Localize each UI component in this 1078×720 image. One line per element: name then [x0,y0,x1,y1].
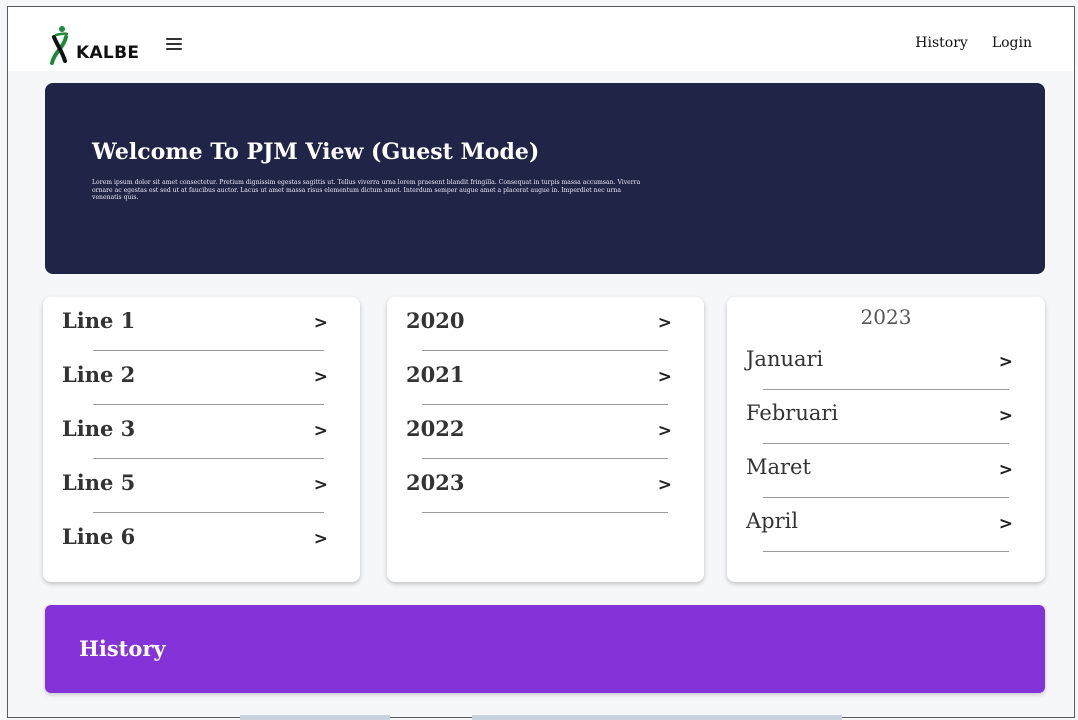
month-item[interactable]: April > [727,498,1045,552]
selected-year-title: 2023 [860,305,912,329]
year-item[interactable]: 2021 > [387,351,704,405]
chevron-right-icon: > [313,367,328,387]
chevron-right-icon: > [657,421,672,441]
chevron-right-icon: > [998,514,1013,534]
chevron-right-icon: > [998,352,1013,372]
year-label: 2022 [406,416,465,441]
history-button-label: History [79,636,166,661]
month-item[interactable]: Februari > [727,390,1045,444]
line-item[interactable]: Line 1 > [43,297,360,351]
year-item[interactable]: 2023 > [387,459,704,513]
line-label: Line 6 [62,524,136,549]
chevron-right-icon: > [313,313,328,333]
top-navbar: KALBE History Login [8,7,1074,71]
month-item[interactable]: Maret > [727,444,1045,498]
year-label: 2023 [406,470,465,495]
chevron-right-icon: > [313,529,328,549]
months-card: 2023 Januari > Februari > Maret > April … [727,297,1045,582]
divider [763,551,1009,552]
nav-history-link[interactable]: History [915,35,968,51]
line-item[interactable]: Line 3 > [43,405,360,459]
scroll-shadow [472,715,842,720]
logo-text: KALBE [76,43,140,63]
line-label: Line 2 [62,362,136,387]
history-button[interactable]: History [45,605,1045,693]
month-label: Februari [746,401,839,425]
chevron-right-icon: > [998,406,1013,426]
welcome-banner: Welcome To PJM View (Guest Mode) Lorem i… [45,83,1045,274]
welcome-description: Lorem ipsum dolor sit amet consectetur. … [92,179,641,202]
line-item[interactable]: Line 6 > [43,513,360,567]
hamburger-menu-icon[interactable] [166,38,182,50]
month-item[interactable]: Januari > [727,336,1045,390]
year-item[interactable]: 2022 > [387,405,704,459]
line-item[interactable]: Line 5 > [43,459,360,513]
years-card: 2020 > 2021 > 2022 > 2023 > [387,297,704,582]
top-nav: History Login [915,35,1032,51]
lines-card: Line 1 > Line 2 > Line 3 > Line 5 > Line… [43,297,360,582]
chevron-right-icon: > [313,421,328,441]
year-label: 2021 [406,362,465,387]
divider [422,512,668,513]
welcome-title: Welcome To PJM View (Guest Mode) [92,139,540,165]
chevron-right-icon: > [657,313,672,333]
chevron-right-icon: > [657,367,672,387]
year-label: 2020 [406,308,465,333]
month-label: Januari [746,347,824,371]
year-item[interactable]: 2020 > [387,297,704,351]
line-label: Line 1 [62,308,136,333]
chevron-right-icon: > [313,475,328,495]
kalbe-logo[interactable]: KALBE [48,25,139,65]
line-item[interactable]: Line 2 > [43,351,360,405]
line-label: Line 5 [62,470,136,495]
kalbe-logo-icon [50,26,69,65]
month-label: April [746,509,799,533]
chevron-right-icon: > [998,460,1013,480]
line-label: Line 3 [62,416,136,441]
nav-login-link[interactable]: Login [992,35,1032,51]
month-label: Maret [746,455,811,479]
scroll-shadow [240,715,390,720]
chevron-right-icon: > [657,475,672,495]
